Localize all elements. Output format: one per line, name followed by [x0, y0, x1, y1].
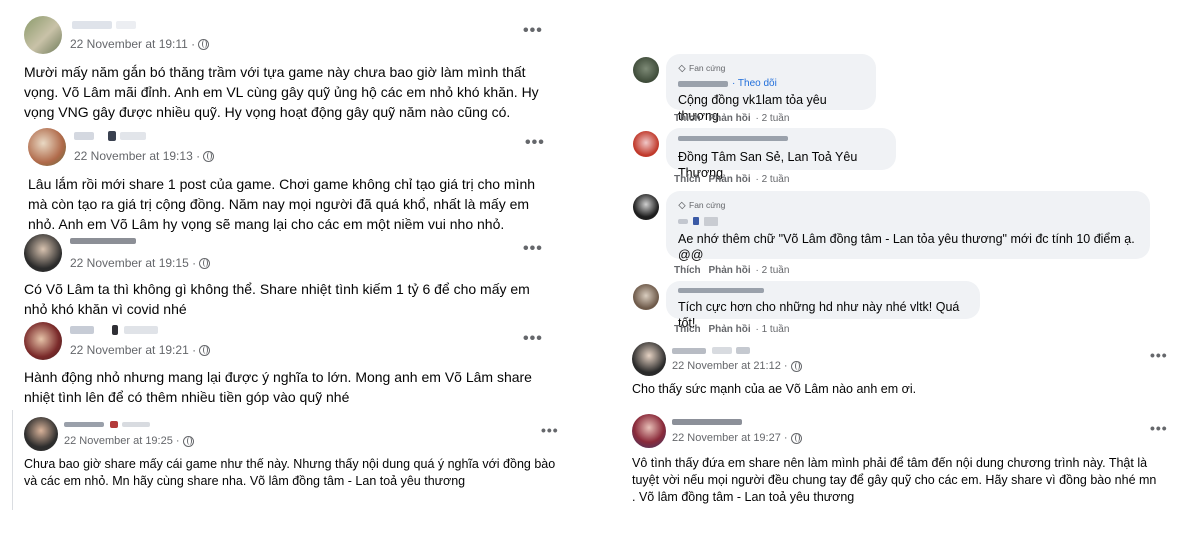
comment-time: · 2 tuần	[755, 113, 790, 124]
author-name-blurred[interactable]	[70, 326, 94, 334]
author-name-blurred	[712, 347, 732, 354]
author-name-blurred	[110, 421, 118, 428]
more-options-icon[interactable]: •••	[1150, 347, 1168, 363]
like-link[interactable]: Thích	[674, 113, 701, 124]
avatar[interactable]	[632, 342, 666, 376]
timestamp-link[interactable]: 22 November at 19:15 ·	[70, 256, 196, 270]
globe-icon	[790, 432, 802, 444]
more-options-icon[interactable]: •••	[541, 422, 559, 438]
post-meta: 22 November at 19:27 ·	[672, 432, 802, 444]
reply-link[interactable]: Phản hồi	[708, 265, 750, 276]
timestamp-link[interactable]: 22 November at 21:12 ·	[672, 360, 788, 372]
comment-bubble: Tích cực hơn cho những hd như này nhé vl…	[666, 281, 980, 330]
post-meta: 22 November at 19:13 ·	[74, 149, 215, 163]
avatar[interactable]	[24, 234, 62, 272]
globe-icon	[790, 360, 802, 372]
author-name-blurred	[704, 216, 718, 226]
timestamp-link[interactable]: 22 November at 19:25 ·	[64, 435, 180, 447]
avatar[interactable]	[633, 194, 659, 220]
comment-actions: Thích Phản hồi · 2 tuần	[674, 265, 789, 276]
author-name-blurred	[120, 132, 146, 140]
comment-time: · 1 tuần	[755, 324, 790, 335]
timestamp-link[interactable]: 22 November at 19:11 ·	[70, 37, 195, 51]
avatar[interactable]	[24, 322, 62, 360]
more-options-icon[interactable]: •••	[525, 134, 545, 152]
globe-icon	[203, 150, 215, 162]
globe-icon	[182, 435, 194, 447]
fan-badge: Fan cứng	[678, 60, 864, 76]
comment-author-row	[678, 215, 1138, 227]
post-text: Mười mấy năm gắn bó thăng trầm với tựa g…	[24, 64, 539, 120]
author-name-blurred[interactable]	[678, 218, 688, 224]
post-meta: 22 November at 19:21 ·	[70, 343, 211, 357]
like-link[interactable]: Thích	[674, 174, 701, 185]
diamond-icon	[678, 64, 686, 72]
post-meta: 22 November at 19:25 ·	[64, 435, 194, 447]
comment-bubble: Fan cứng Ae nhớ thêm chữ "Võ Lâm đồng tâ…	[666, 191, 1150, 262]
like-link[interactable]: Thích	[674, 265, 701, 276]
more-options-icon[interactable]: •••	[1150, 420, 1168, 436]
avatar[interactable]	[24, 417, 58, 451]
post-text: Chưa bao giờ share mấy cái game như thế …	[24, 457, 556, 488]
comment-bubble: Đồng Tâm San Sẻ, Lan Toả Yêu Thương	[666, 128, 896, 180]
reply-link[interactable]: Phản hồi	[708, 174, 750, 185]
avatar[interactable]	[632, 414, 666, 448]
post-text: Vô tình thấy đứa em share nên làm mình p…	[632, 456, 1157, 504]
author-name-blurred[interactable]	[678, 288, 764, 293]
author-name-blurred[interactable]	[678, 81, 728, 87]
author-name-blurred[interactable]	[64, 422, 104, 427]
author-name-blurred	[122, 422, 150, 427]
diamond-icon	[678, 201, 686, 209]
comment-actions: Thích Phản hồi · 2 tuần	[674, 174, 789, 185]
comment-time: · 2 tuần	[755, 174, 790, 185]
fan-badge: Fan cứng	[678, 197, 1138, 213]
timestamp-link[interactable]: 22 November at 19:27 ·	[672, 432, 788, 444]
author-name-blurred[interactable]	[70, 238, 136, 244]
reply-link[interactable]: Phản hồi	[708, 324, 750, 335]
post-text: Có Võ Lâm ta thì không gì không thể. Sha…	[24, 281, 530, 317]
post-meta: 22 November at 21:12 ·	[672, 360, 802, 372]
author-name-blurred[interactable]	[678, 136, 788, 141]
comment-author-row: · Theo dõi	[678, 78, 864, 90]
more-options-icon[interactable]: •••	[523, 330, 543, 348]
like-link[interactable]: Thích	[674, 324, 701, 335]
avatar[interactable]	[633, 284, 659, 310]
avatar[interactable]	[28, 128, 66, 166]
badge-label: Fan cứng	[689, 200, 726, 210]
comment-actions: Thích Phản hồi · 1 tuần	[674, 324, 789, 335]
author-name-blurred[interactable]	[672, 348, 706, 354]
timestamp-link[interactable]: 22 November at 19:21 ·	[70, 343, 196, 357]
author-name-blurred[interactable]	[74, 132, 94, 140]
globe-icon	[198, 38, 210, 50]
avatar[interactable]	[633, 131, 659, 157]
author-name-blurred	[112, 325, 118, 335]
author-name-blurred	[124, 326, 158, 334]
timestamp-link[interactable]: 22 November at 19:13 ·	[74, 149, 200, 163]
author-name-blurred[interactable]	[72, 21, 112, 29]
comment-time: · 2 tuần	[755, 265, 790, 276]
post-text: Lâu lắm rồi mới share 1 post của game. C…	[28, 176, 536, 232]
follow-link[interactable]: · Theo dõi	[732, 76, 777, 92]
globe-icon	[199, 344, 211, 356]
badge-label: Fan cứng	[689, 63, 726, 73]
comment-actions: Thích Phản hồi · 2 tuần	[674, 113, 789, 124]
post-meta: 22 November at 19:15 ·	[70, 256, 211, 270]
post-text: Cho thấy sức mạnh của ae Võ Lâm nào anh …	[632, 382, 917, 396]
post-meta: 22 November at 19:11 ·	[70, 37, 210, 51]
author-name-blurred	[116, 21, 136, 29]
author-name-blurred	[108, 131, 116, 141]
avatar[interactable]	[633, 57, 659, 83]
comment-bubble: Fan cứng · Theo dõi Cộng đồng vk1lam tỏa…	[666, 54, 876, 123]
post-text: Hành động nhỏ nhưng mang lại được ý nghĩ…	[24, 369, 532, 405]
divider	[12, 410, 13, 510]
avatar[interactable]	[24, 16, 62, 54]
author-name-blurred	[736, 347, 750, 354]
reply-link[interactable]: Phản hồi	[708, 113, 750, 124]
globe-icon	[199, 257, 211, 269]
author-name-blurred[interactable]	[672, 419, 742, 425]
comment-text: Ae nhớ thêm chữ "Võ Lâm đồng tâm - Lan t…	[678, 232, 1135, 262]
more-options-icon[interactable]: •••	[523, 240, 543, 258]
author-name-blurred	[693, 217, 699, 225]
more-options-icon[interactable]: •••	[523, 22, 543, 40]
